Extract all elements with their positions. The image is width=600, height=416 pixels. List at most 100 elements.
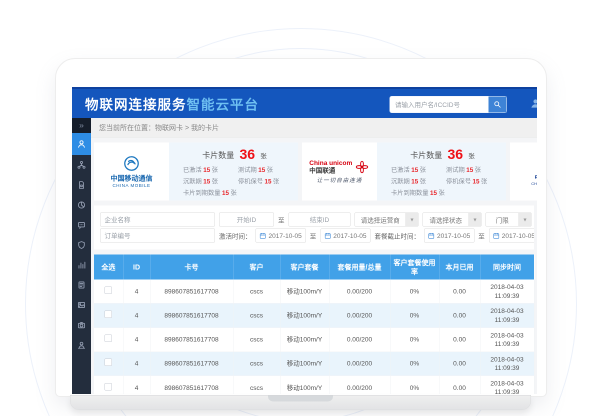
package-from-date[interactable]: 2017-10-05 xyxy=(424,229,474,243)
sidebar-item-reports[interactable] xyxy=(72,295,91,315)
table-row[interactable]: 4 898607851617708 cscs 移动100m/Y 0.00/200… xyxy=(94,303,534,327)
cell-package: 移动100m/Y xyxy=(280,328,329,352)
cell-select xyxy=(94,303,123,327)
cell-month-used: 0.00 xyxy=(439,328,480,352)
sidebar-item-message[interactable] xyxy=(72,215,91,235)
cell-id: 4 xyxy=(123,376,150,394)
sidebar-item-stats[interactable] xyxy=(72,255,91,275)
sidebar-item-devices[interactable] xyxy=(72,315,91,335)
cell-month-used: 0.00 xyxy=(439,303,480,327)
china-mobile-logo: 中国移动通信 CHINA MOBILE xyxy=(94,143,169,201)
card-stat: 已激活15张 xyxy=(391,165,446,175)
table-row[interactable]: 4 898607851617708 cscs 移动100m/Y 0.00/200… xyxy=(94,376,534,394)
row-checkbox[interactable] xyxy=(105,335,113,343)
order-number-input[interactable] xyxy=(100,229,215,243)
sidebar-item-account[interactable] xyxy=(72,335,91,355)
table-row[interactable]: 4 898607851617708 cscs 移动100m/Y 0.00/200… xyxy=(94,352,534,376)
cell-sync-time: 2018-04-0311:09:39 xyxy=(480,352,534,376)
table-row[interactable]: 4 898607851617708 cscs 移动100m/Y 0.00/200… xyxy=(94,280,534,304)
sidebar-item-network[interactable] xyxy=(72,155,91,175)
china-unicom-knot-icon xyxy=(355,159,370,174)
operator-card-china-mobile: 中国移动通信 CHINA MOBILE 卡片数量 36 张 已激活15张 测试期… xyxy=(94,143,298,201)
header-month-used: 本月已用 xyxy=(439,255,480,280)
user-silhouette-icon xyxy=(530,98,537,109)
sidebar-item-orders[interactable] xyxy=(72,275,91,295)
sidebar-item-security[interactable] xyxy=(72,235,91,255)
search-button[interactable] xyxy=(488,97,507,113)
row-checkbox[interactable] xyxy=(105,311,113,319)
cell-usage: 0.00/200 xyxy=(329,376,390,394)
activate-time-label: 激活时间： xyxy=(219,231,252,241)
cell-usage: 0.00/200 xyxy=(329,352,390,376)
cell-id: 4 xyxy=(123,303,150,327)
operator-card-china-telecom: 中国电信 CHINA TELECOM xyxy=(510,143,537,201)
cell-sync-time: 2018-04-0311:09:39 xyxy=(480,280,534,304)
operator-select[interactable]: 请选择运营商▾ xyxy=(355,213,419,227)
cell-rate: 0% xyxy=(390,352,439,376)
user-icon xyxy=(77,140,86,149)
card-stat: 卡片到期数量15张 xyxy=(183,188,238,198)
search-input[interactable] xyxy=(390,97,488,113)
cell-rate: 0% xyxy=(390,328,439,352)
app-title-main: 物联网连接服务 xyxy=(85,97,187,112)
card-stat: 已激活15张 xyxy=(183,165,238,175)
image-icon xyxy=(77,301,86,310)
cell-package: 移动100m/Y xyxy=(280,352,329,376)
china-mobile-logo-icon xyxy=(123,155,140,172)
card-stats-panel: 卡片数量 36 张 已激活15张 测试期15张 沉默期15张 停机保号15张 卡… xyxy=(377,143,506,201)
cell-card-no: 898607851617708 xyxy=(150,352,233,376)
row-checkbox[interactable] xyxy=(105,359,113,367)
row-checkbox[interactable] xyxy=(105,287,113,295)
cell-customer: cscs xyxy=(233,303,280,327)
operator-name-en: CHINA MOBILE xyxy=(112,183,150,188)
sidebar-item-pie[interactable] xyxy=(72,195,91,215)
chat-icon xyxy=(77,221,86,230)
header-package: 客户套餐 xyxy=(280,255,329,280)
card-count-unit: 张 xyxy=(468,152,475,160)
cell-usage: 0.00/200 xyxy=(329,303,390,327)
header-select-all[interactable]: 全选 xyxy=(94,255,123,280)
activate-from-date[interactable]: 2017-10-05 xyxy=(256,229,306,243)
end-id-input[interactable] xyxy=(289,213,351,227)
operator-name-en: China unicom xyxy=(309,159,352,167)
card-count-value: 36 xyxy=(239,147,255,163)
card-table-body: 4 898607851617708 cscs 移动100m/Y 0.00/200… xyxy=(94,280,534,394)
start-id-input[interactable] xyxy=(219,213,274,227)
operator-name-cn: 中国电信 xyxy=(534,172,537,182)
sidebar-item-sim[interactable] xyxy=(72,175,91,195)
double-chevron-right-icon: » xyxy=(79,121,84,131)
calendar-icon xyxy=(428,232,435,239)
header-search xyxy=(390,96,508,113)
activate-to-date[interactable]: 2017-10-05 xyxy=(320,229,370,243)
china-telecom-logo: 中国电信 CHINA TELECOM xyxy=(510,143,537,201)
cell-sync-time: 2018-04-0311:09:39 xyxy=(480,376,534,394)
to-label: 至 xyxy=(478,231,485,241)
operator-name-cn: 中国移动通信 xyxy=(111,173,153,183)
threshold-select[interactable]: 门限▾ xyxy=(486,213,532,227)
main-content: 您当前所在位置：物联网卡 > 我的卡片 中国移动通信 CHINA MOBILE … xyxy=(91,118,537,394)
operator-name-en: CHINA TELECOM xyxy=(531,182,537,187)
cell-sync-time: 2018-04-0311:09:39 xyxy=(480,328,534,352)
cell-select xyxy=(94,328,123,352)
card-stat: 卡片到期数量15张 xyxy=(391,188,446,198)
row-checkbox[interactable] xyxy=(105,383,113,391)
camera-icon xyxy=(77,321,86,330)
table-row[interactable]: 4 898607851617708 cscs 移动100m/Y 0.00/200… xyxy=(94,328,534,352)
app-title-accent: 智能云平台 xyxy=(187,97,260,112)
card-count-line: 卡片数量 36 张 xyxy=(176,147,293,163)
sidebar-toggle[interactable]: » xyxy=(72,118,91,133)
header-user-area[interactable] xyxy=(530,98,537,112)
header-sync-time: 同步时间 xyxy=(480,255,534,280)
status-select[interactable]: 请选择状态▾ xyxy=(423,213,482,227)
package-to-date[interactable]: 2017-10-05 xyxy=(489,229,534,243)
filter-panel: 至 请选择运营商▾ 请选择状态▾ 门限▾ 激活时间： 2017-10-05 至 … xyxy=(94,206,534,250)
operator-cards: 中国移动通信 CHINA MOBILE 卡片数量 36 张 已激活15张 测试期… xyxy=(91,138,537,206)
sidebar-item-user[interactable] xyxy=(72,133,91,155)
cell-card-no: 898607851617708 xyxy=(150,303,233,327)
cell-package: 移动100m/Y xyxy=(280,303,329,327)
card-stat-grid: 已激活15张 测试期15张 沉默期15张 停机保号15张 卡片到期数量15张 xyxy=(176,165,293,198)
company-name-input[interactable] xyxy=(100,213,215,227)
bar-chart-icon xyxy=(77,261,86,270)
cell-package: 移动100m/Y xyxy=(280,280,329,304)
cell-card-no: 898607851617708 xyxy=(150,328,233,352)
